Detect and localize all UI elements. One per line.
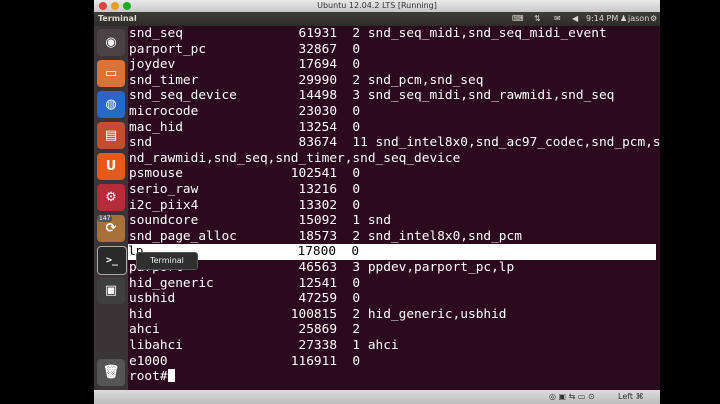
terminal-line-highlighted: lp 17800 0	[128, 244, 656, 260]
terminal-line: snd_timer 29990 2 snd_pcm,snd_seq	[129, 72, 484, 88]
terminal-line: nd_rawmidi,snd_seq,snd_timer,snd_seq_dev…	[129, 150, 461, 166]
launcher: ◉ ▭ ◍ ▤ U ⚙ ⟳ 147 >_ ▣ 🗑	[94, 26, 128, 390]
workspace-switcher-icon[interactable]: ▣	[97, 277, 125, 304]
terminal-line: usbhid 47259 0	[129, 291, 361, 307]
vm-status-bar: ◎ ▣ ⇆ ▭ ⊙ Left ⌘	[94, 390, 660, 404]
terminal-line: hid_generic 12541 0	[129, 275, 361, 291]
terminal-prompt: root#	[129, 369, 168, 385]
terminal-line: libahci 27338 1 ahci	[129, 338, 399, 353]
settings-icon[interactable]: ⚙	[97, 184, 125, 211]
user-name[interactable]: jason	[628, 12, 649, 26]
trash-icon[interactable]: 🗑	[97, 359, 125, 386]
launcher-tooltip: Terminal	[136, 252, 198, 270]
terminal-line: parport_pc 32867 0	[129, 41, 361, 57]
terminal-line: snd_page_alloc 18573 2 snd_intel8x0,snd_…	[129, 228, 522, 244]
terminal-output[interactable]: snd_seq 61931 2 snd_seq_midi,snd_seq_mid…	[128, 26, 660, 390]
terminal-line: mac_hid 13254 0	[129, 119, 361, 135]
terminal-line: joydev 17694 0	[129, 57, 361, 73]
keyboard-icon[interactable]: ⌨	[512, 12, 524, 26]
vm-window-title: Ubuntu 12.04.2 LTS [Running]	[317, 1, 437, 10]
volume-icon[interactable]: ◀	[572, 12, 578, 26]
vm-status-icons: ◎ ▣ ⇆ ▭ ⊙	[549, 392, 595, 401]
text-cursor	[167, 369, 175, 383]
terminal-launcher-icon[interactable]: >_	[97, 246, 127, 275]
terminal-line: snd_seq 61931 2 snd_seq_midi,snd_seq_mid…	[129, 26, 607, 41]
network-icon[interactable]: ⇅	[534, 12, 541, 26]
files-icon[interactable]: ▭	[97, 60, 125, 87]
gear-icon[interactable]: ⚙	[650, 12, 657, 26]
terminal-line: snd 83674 11 snd_intel8x0,snd_ac97_codec…	[129, 135, 660, 151]
terminal-line: snd_seq_device 14498 3 snd_seq_midi,snd_…	[129, 88, 615, 104]
software-center-icon[interactable]: U	[97, 153, 125, 180]
terminal-line: serio_raw 13216 0	[129, 182, 361, 197]
terminal-line: e1000 116911 0	[129, 353, 361, 369]
terminal-line: soundcore 15092 1 snd	[129, 213, 391, 229]
host-key-label: Left ⌘	[618, 392, 644, 401]
user-icon[interactable]: ♟	[620, 12, 627, 26]
office-icon[interactable]: ▤	[97, 122, 125, 149]
terminal-prompt-line: root#	[129, 369, 175, 385]
update-count-badge: 147	[97, 215, 113, 222]
dash-home-icon[interactable]: ◉	[97, 29, 125, 56]
terminal-line: psmouse 102541 0	[129, 166, 361, 182]
terminal-line: microcode 23030 0	[129, 104, 361, 119]
terminal-line: i2c_piix4 13302 0	[129, 197, 361, 213]
terminal-line: hid 100815 2 hid_generic,usbhid	[129, 306, 507, 322]
panel-app-title: Terminal	[98, 14, 137, 23]
top-panel: Terminal ⌨ ⇅ ✉ ◀ 9:14 PM ♟ jason ⚙	[94, 12, 660, 26]
firefox-icon[interactable]: ◍	[97, 91, 125, 118]
mail-icon[interactable]: ✉	[554, 12, 561, 26]
clock[interactable]: 9:14 PM	[586, 12, 618, 26]
terminal-line: ahci 25869 2	[129, 322, 361, 338]
